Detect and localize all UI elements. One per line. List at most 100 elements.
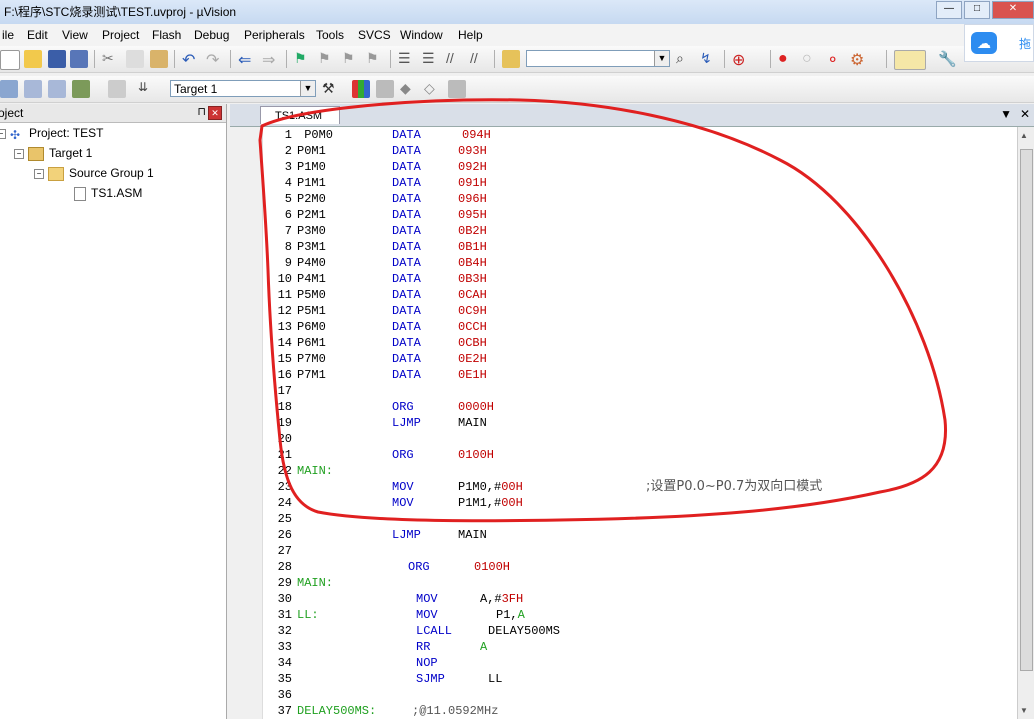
code-operand: P1,A [496,608,525,622]
bookmark-icon[interactable]: ⚑ [294,50,312,68]
rebuild-icon[interactable] [48,80,66,98]
code-label: MAIN: [297,464,334,478]
menu-tools[interactable]: Tools [316,28,344,42]
collapse-icon[interactable]: − [0,128,6,139]
open-folder-icon[interactable] [24,50,42,68]
menu-project[interactable]: Project [102,28,139,42]
tab-list-icon[interactable]: ▼ [1000,107,1012,121]
stop-build-icon[interactable] [108,80,126,98]
scroll-down-icon[interactable]: ▼ [1020,706,1028,715]
cut-icon[interactable]: ✂ [102,50,120,68]
find-combo[interactable]: ▼ [526,50,670,67]
nav-back-icon[interactable]: ⇐ [238,50,256,69]
breakpoint-icon[interactable]: ● [778,50,796,68]
code-operand: DELAY500MS [488,624,561,638]
cloud-widget[interactable]: ☁ 拖 [964,24,1034,62]
editor-tab-bar: TS1.ASM ▼ ✕ [230,104,1034,127]
scrollbar-thumb[interactable] [1020,149,1033,671]
paste-icon[interactable] [150,50,168,68]
prev-bookmark-icon[interactable]: ⚑ [318,50,336,68]
collapse-icon[interactable]: − [34,168,44,179]
tab-label: TS1.ASM [275,110,323,122]
uncomment-icon[interactable]: // [470,50,488,68]
menu-help[interactable]: Help [458,28,483,42]
menu-svcs[interactable]: SVCS [358,28,391,42]
tree-target[interactable]: − Target 1 [14,146,92,161]
nav-forward-icon[interactable]: ⇒ [262,50,280,69]
configure-icon[interactable]: 🔧 [938,50,957,68]
tab-ts1-asm[interactable]: TS1.ASM [260,106,340,124]
collapse-icon[interactable]: − [14,148,24,159]
tree-source-group[interactable]: − Source Group 1 [34,166,154,181]
code-operand: 096H [458,192,487,206]
select-packs-icon[interactable] [376,80,394,98]
chevron-down-icon[interactable]: ▼ [654,51,669,66]
breakpoint-options-icon[interactable]: ⚙ [850,50,868,69]
menu-edit[interactable]: Edit [27,28,48,42]
code-label: P7M1 [297,368,326,382]
next-bookmark-icon[interactable]: ⚑ [342,50,360,68]
unindent-icon[interactable]: ☰ [422,50,440,68]
vertical-scrollbar[interactable]: ▲ ▼ [1017,127,1034,719]
code-label: P3M1 [297,240,326,254]
download-icon[interactable]: ⇊ [138,80,156,98]
kill-breakpoints-icon[interactable]: ⚬ [826,50,844,69]
code-mnemonic: MOV [392,496,414,510]
close-window-button[interactable]: ✕ [992,1,1034,19]
code-operand: ;@11.0592MHz [412,704,499,718]
tree-project[interactable]: − ✣ Project: TEST [0,126,103,142]
translate-icon[interactable] [0,80,18,98]
code-label: P6M0 [297,320,326,334]
pack-installer-icon[interactable]: ◆ [400,80,418,98]
code-label: MAIN: [297,576,334,590]
build-icon[interactable] [24,80,42,98]
minimize-button[interactable]: — [936,1,962,19]
find-icon[interactable]: ⌕ [676,50,694,68]
comment-icon[interactable]: // [446,50,464,68]
batch-build-icon[interactable] [72,80,90,98]
tree-item-label: TS1.ASM [91,186,143,200]
new-file-icon[interactable] [0,50,20,70]
maximize-button[interactable]: □ [964,1,990,19]
menu-view[interactable]: View [62,28,88,42]
close-icon[interactable]: ✕ [208,106,222,120]
code-area[interactable]: 1 P0M0 DATA 094H 2 P0M1 DATA 093H 3 P1M0 DATA 092H… [262,127,1018,719]
project-panel-title: oject [0,106,24,120]
project-panel: oject ⊓ ✕ − ✣ Project: TEST − Target 1 − Sou… [0,104,227,719]
disable-breakpoint-icon[interactable]: ○ [802,50,820,68]
cloud-icon: ☁ [971,32,997,54]
chevron-down-icon[interactable]: ▼ [300,81,315,96]
copy-icon[interactable] [126,50,144,68]
debug-session-icon[interactable]: ⊕ [732,50,750,69]
close-tab-icon[interactable]: ✕ [1020,107,1030,121]
code-label: P3M0 [297,224,326,238]
manage-components-icon[interactable] [352,80,370,98]
menu-peripherals[interactable]: Peripherals [244,28,305,42]
event-recorder-icon[interactable] [448,80,466,98]
menu-flash[interactable]: Flash [152,28,181,42]
code-operand: 0B1H [458,240,487,254]
target-select[interactable]: Target 1 ▼ [170,80,316,97]
find-in-files-icon[interactable] [502,50,520,68]
window-layout-icon[interactable] [894,50,926,70]
menu-window[interactable]: Window [400,28,443,42]
menu-debug[interactable]: Debug [194,28,229,42]
run-time-env-icon[interactable]: ◇ [424,80,442,98]
menu-file[interactable]: ile [2,28,14,42]
save-icon[interactable] [48,50,66,68]
code-mnemonic: SJMP [416,672,445,686]
redo-icon[interactable]: ↷ [206,50,224,69]
line-number: 21 [277,448,292,462]
scroll-up-icon[interactable]: ▲ [1020,131,1028,140]
target-options-icon[interactable]: ⚒ [322,80,340,98]
tree-file[interactable]: TS1.ASM [74,186,142,201]
code-mnemonic: DATA [392,192,421,206]
toolbar-separator [390,50,391,68]
clear-bookmarks-icon[interactable]: ⚑ [366,50,384,68]
indent-icon[interactable]: ☰ [398,50,416,68]
pin-icon[interactable]: ⊓ [197,105,206,118]
line-number: 28 [277,560,292,574]
undo-icon[interactable]: ↶ [182,50,200,69]
incremental-find-icon[interactable]: ↯ [700,50,718,68]
save-all-icon[interactable] [70,50,88,68]
